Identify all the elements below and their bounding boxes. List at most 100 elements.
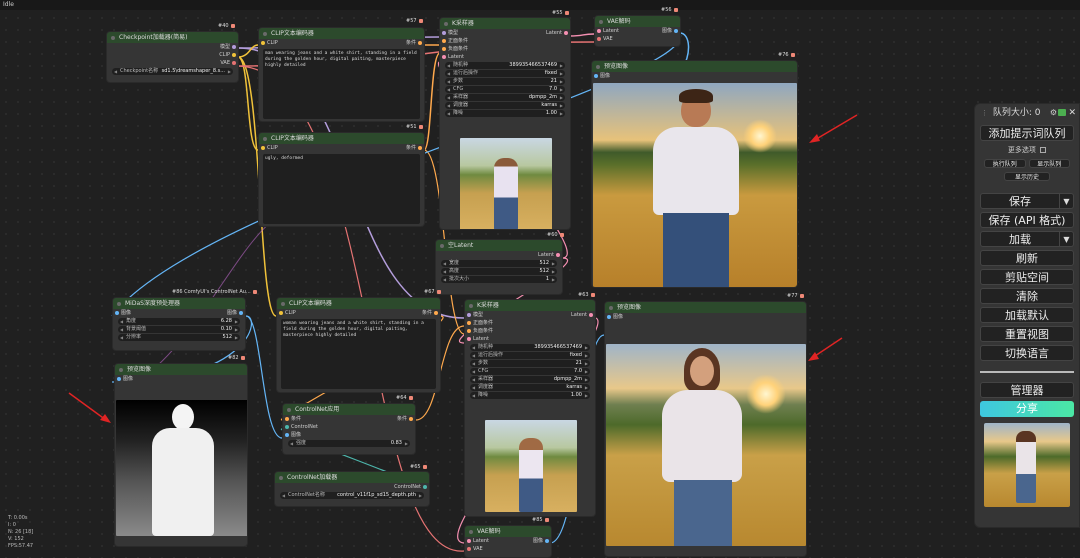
denoise-widget[interactable]: 降噪 1.00 bbox=[470, 392, 590, 399]
node-title[interactable]: VAE解码 bbox=[595, 16, 680, 27]
refresh-button[interactable]: 刷新 bbox=[980, 250, 1074, 266]
input-slot[interactable] bbox=[117, 377, 121, 381]
input-slot[interactable] bbox=[261, 41, 265, 45]
drag-handle-icon[interactable]: ⋮ bbox=[981, 109, 988, 117]
seed-widget[interactable]: 随机种 389935466537469 bbox=[470, 344, 590, 351]
input-slot[interactable] bbox=[467, 547, 471, 551]
checkpoint-loader-node[interactable]: Checkpoint加载器(简易) 模型 CLIP VAE Checkpoint… bbox=[106, 31, 239, 83]
load-button[interactable]: 加载 bbox=[980, 231, 1060, 247]
height-widget[interactable]: 高度 512 bbox=[441, 268, 557, 275]
input-slot[interactable] bbox=[442, 39, 446, 43]
output-slot[interactable] bbox=[556, 253, 560, 257]
save-button[interactable]: 保存 bbox=[980, 193, 1060, 209]
scheduler-widget[interactable]: 调度器 karras bbox=[445, 102, 565, 109]
vae-decode-node-1[interactable]: VAE解码 Latent 图像 VAE bbox=[594, 15, 681, 47]
close-icon[interactable]: ✕ bbox=[1068, 104, 1076, 122]
clip-text-encode-negative-node[interactable]: CLIP文本编码器 CLIP 条件 ugly, deformed bbox=[258, 132, 425, 227]
input-slot[interactable] bbox=[467, 337, 471, 341]
node-title[interactable]: K采样器 bbox=[440, 18, 570, 29]
show-queue-button[interactable]: 显示队列 bbox=[1028, 159, 1070, 168]
output-slot[interactable] bbox=[589, 313, 593, 317]
clear-button[interactable]: 清除 bbox=[980, 288, 1074, 304]
output-slot[interactable] bbox=[232, 45, 236, 49]
prompt-textarea[interactable]: woman wearing jeans and a white shirt, s… bbox=[281, 319, 436, 389]
switch-language-button[interactable]: 切换语言 bbox=[980, 345, 1074, 361]
reset-view-button[interactable]: 重置视图 bbox=[980, 326, 1074, 342]
controlnet-apply-node[interactable]: ControlNet应用 条件 条件 ControlNet 图像 强度 0.83 bbox=[282, 403, 416, 455]
node-title[interactable]: 预览图像 bbox=[115, 364, 247, 375]
preview-depth-node[interactable]: 预览图像 图像 bbox=[114, 363, 248, 547]
input-slot[interactable] bbox=[285, 417, 289, 421]
clip-text-encode-positive-node[interactable]: CLIP文本编码器 CLIP 条件 man wearing jeans and a… bbox=[258, 27, 425, 122]
chevron-down-icon[interactable]: ▼ bbox=[1060, 193, 1074, 209]
input-slot[interactable] bbox=[467, 313, 471, 317]
node-title[interactable]: 预览图像 bbox=[592, 61, 797, 72]
resolution-widget[interactable]: 分辨率 512 bbox=[118, 334, 240, 341]
control-after-widget[interactable]: 运行后操作 fixed bbox=[445, 70, 565, 77]
sampler-widget[interactable]: 采样器 dpmpp_2m bbox=[470, 376, 590, 383]
denoise-widget[interactable]: 降噪 1.00 bbox=[445, 110, 565, 117]
prompt-textarea[interactable]: man wearing jeans and a white shirt, sta… bbox=[263, 49, 420, 119]
input-slot[interactable] bbox=[261, 146, 265, 150]
midas-depth-node[interactable]: MiDaS深度预处理器 图像 图像 角度 6.28 背景阈值 0.10 分辨率 512 bbox=[112, 297, 246, 351]
image-gallery-icon[interactable] bbox=[1058, 109, 1066, 116]
clip-text-encode-woman-node[interactable]: CLIP文本编码器 CLIP 条件 woman wearing jeans and… bbox=[276, 297, 441, 393]
node-title[interactable]: 预览图像 bbox=[605, 302, 806, 313]
input-slot[interactable] bbox=[115, 311, 119, 315]
output-slot[interactable] bbox=[674, 29, 678, 33]
input-slot[interactable] bbox=[597, 37, 601, 41]
node-title[interactable]: ControlNet应用 bbox=[283, 404, 415, 415]
input-slot[interactable] bbox=[467, 539, 471, 543]
input-slot[interactable] bbox=[442, 31, 446, 35]
cfg-widget[interactable]: CFG 7.0 bbox=[445, 86, 565, 93]
ksampler-node-1[interactable]: K采样器 模型 Latent 正面条件 负面条件 Latent 随机种 389935… bbox=[439, 17, 571, 230]
seed-widget[interactable]: 随机种 389935466537469 bbox=[445, 62, 565, 69]
node-title[interactable]: CLIP文本编码器 bbox=[277, 298, 440, 309]
load-default-button[interactable]: 加载默认 bbox=[980, 307, 1074, 323]
strength-widget[interactable]: 强度 0.83 bbox=[288, 440, 410, 447]
output-slot[interactable] bbox=[545, 539, 549, 543]
output-slot[interactable] bbox=[423, 485, 427, 489]
control-after-widget[interactable]: 运行后操作 fixed bbox=[470, 352, 590, 359]
output-slot[interactable] bbox=[564, 31, 568, 35]
empty-latent-node[interactable]: 空Latent Latent 宽度 512 高度 512 批次大小 1 bbox=[435, 239, 563, 295]
output-slot[interactable] bbox=[409, 417, 413, 421]
node-title[interactable]: ControlNet加载器 bbox=[275, 472, 429, 483]
run-queue-button[interactable]: 执行队列 bbox=[984, 159, 1026, 168]
queue-thumbnail[interactable] bbox=[984, 423, 1070, 507]
clipspace-button[interactable]: 剪贴空间 bbox=[980, 269, 1074, 285]
node-title[interactable]: K采样器 bbox=[465, 300, 595, 311]
input-slot[interactable] bbox=[597, 29, 601, 33]
input-slot[interactable] bbox=[467, 329, 471, 333]
bg-threshold-widget[interactable]: 背景阈值 0.10 bbox=[118, 326, 240, 333]
settings-gear-icon[interactable]: ⚙ bbox=[1050, 104, 1057, 122]
output-slot[interactable] bbox=[418, 146, 422, 150]
output-slot[interactable] bbox=[232, 61, 236, 65]
steps-widget[interactable]: 步数 21 bbox=[445, 78, 565, 85]
preview-image-node-1[interactable]: 预览图像 图像 bbox=[591, 60, 798, 288]
prompt-textarea[interactable]: ugly, deformed bbox=[263, 154, 420, 224]
angle-widget[interactable]: 角度 6.28 bbox=[118, 318, 240, 325]
output-slot[interactable] bbox=[434, 311, 438, 315]
more-options-checkbox[interactable] bbox=[1040, 147, 1047, 153]
input-slot[interactable] bbox=[594, 74, 598, 78]
input-slot[interactable] bbox=[285, 433, 289, 437]
queue-prompt-button[interactable]: 添加提示词队列 bbox=[980, 125, 1074, 141]
input-slot[interactable] bbox=[442, 47, 446, 51]
chevron-down-icon[interactable]: ▼ bbox=[1060, 231, 1074, 247]
sampler-widget[interactable]: 采样器 dpmpp_2m bbox=[445, 94, 565, 101]
input-slot[interactable] bbox=[607, 315, 611, 319]
vae-decode-node-2[interactable]: VAE解码 Latent 图像 VAE bbox=[464, 525, 552, 558]
input-slot[interactable] bbox=[285, 425, 289, 429]
node-title[interactable]: Checkpoint加载器(简易) bbox=[107, 32, 238, 43]
node-title[interactable]: MiDaS深度预处理器 bbox=[113, 298, 245, 309]
ksampler-node-2[interactable]: K采样器 模型 Latent 正面条件 负面条件 Latent 随机种 389935… bbox=[464, 299, 596, 517]
output-slot[interactable] bbox=[239, 311, 243, 315]
node-title[interactable]: 空Latent bbox=[436, 240, 562, 251]
node-title[interactable]: CLIP文本编码器 bbox=[259, 133, 424, 144]
output-slot[interactable] bbox=[232, 53, 236, 57]
steps-widget[interactable]: 步数 21 bbox=[470, 360, 590, 367]
ckpt-name-widget[interactable]: Checkpoint名称sd1.5\dreamshaper_8.s... bbox=[112, 68, 233, 75]
save-api-button[interactable]: 保存 (API 格式) bbox=[980, 212, 1074, 228]
output-slot[interactable] bbox=[418, 41, 422, 45]
